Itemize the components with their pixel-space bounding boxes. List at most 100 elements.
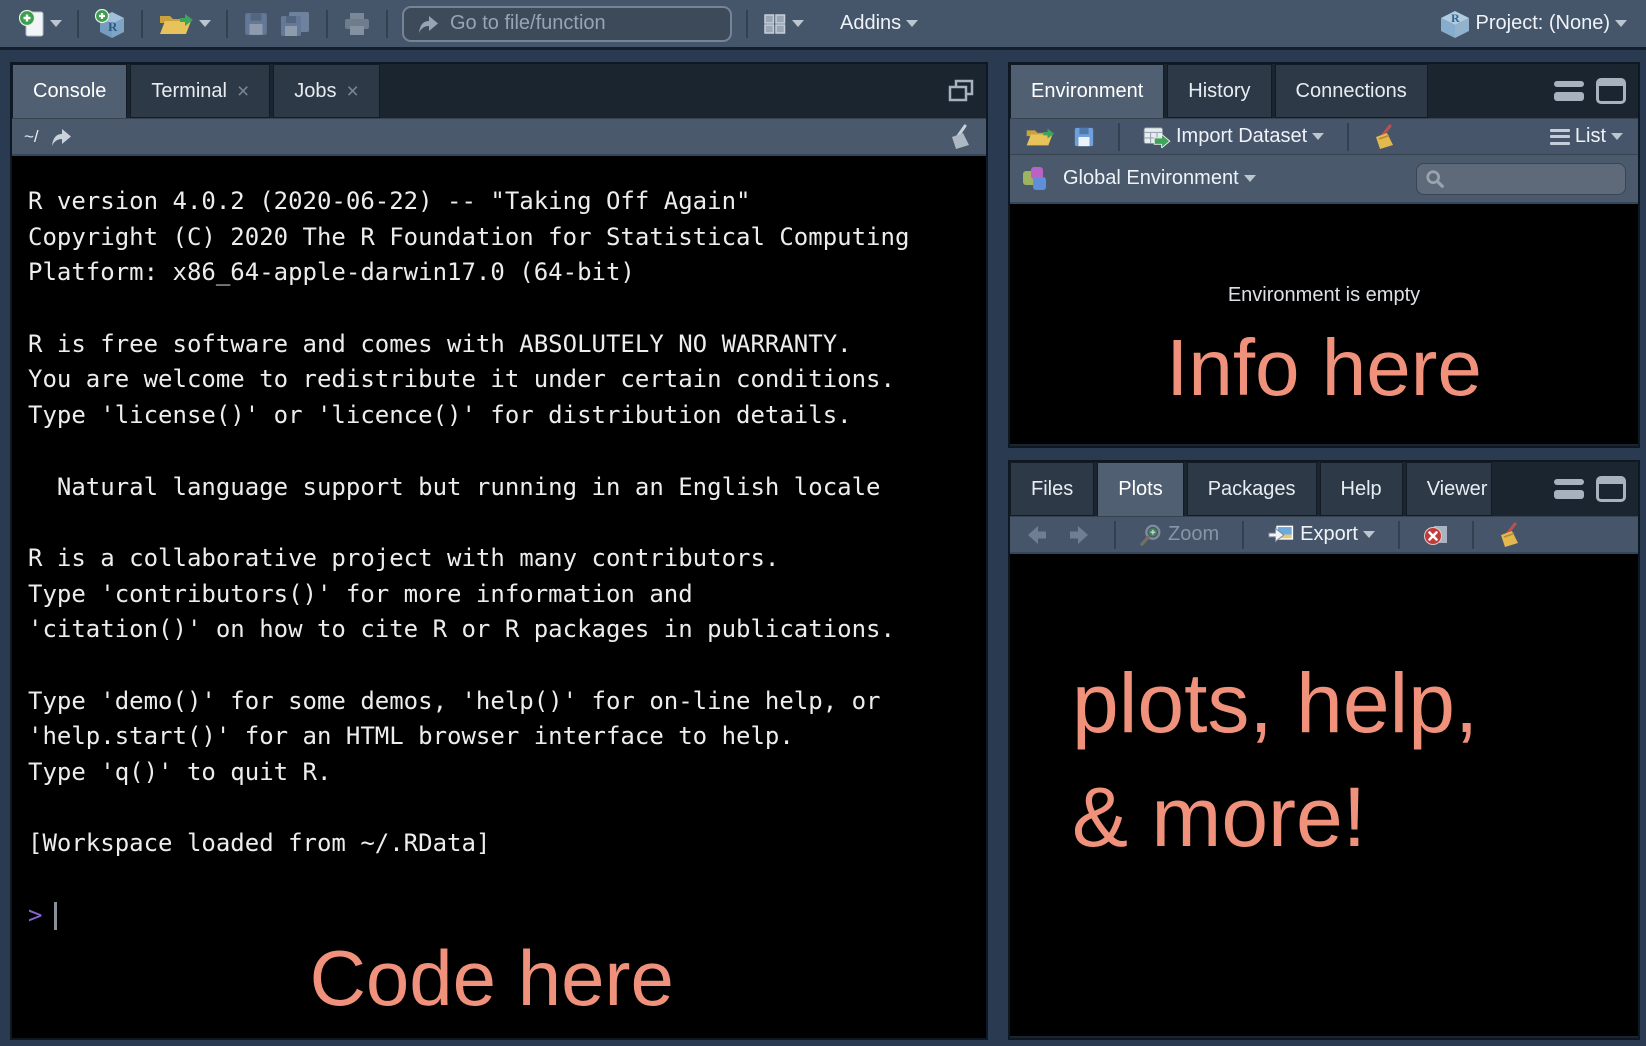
console-prompt-line[interactable]: > [28, 898, 986, 934]
maximize-icon[interactable] [1596, 78, 1626, 104]
clear-all-plots-button[interactable] [1492, 519, 1528, 551]
console-line [28, 648, 986, 684]
chevron-down-icon [1363, 531, 1375, 538]
save-button[interactable] [238, 8, 274, 40]
previous-plot-button[interactable] [1020, 521, 1054, 549]
goto-file-search[interactable] [402, 6, 732, 42]
print-icon [343, 12, 371, 36]
divider [1118, 123, 1120, 151]
list-icon [1550, 129, 1570, 145]
goto-file-input[interactable] [450, 12, 718, 35]
chevron-down-icon [1244, 175, 1256, 182]
environment-search[interactable] [1416, 163, 1626, 195]
console-output[interactable]: R version 4.0.2 (2020-06-22) -- "Taking … [12, 154, 986, 1038]
open-file-button[interactable] [153, 8, 216, 40]
main-toolbar: R [0, 0, 1646, 50]
chevron-down-icon [50, 20, 62, 27]
list-view-button[interactable]: List [1545, 122, 1628, 151]
r-project-cube-icon: R [1439, 9, 1471, 39]
import-dataset-label: Import Dataset [1176, 125, 1307, 148]
tab-label: Connections [1296, 80, 1407, 103]
import-dataset-icon [1143, 126, 1171, 148]
close-icon[interactable]: × [346, 81, 358, 102]
console-prompt: > [28, 898, 42, 934]
info-here-annotation: Info here [1166, 322, 1482, 414]
console-line [28, 434, 986, 470]
chevron-down-icon [792, 20, 804, 27]
print-button[interactable] [338, 9, 376, 39]
divider [1242, 521, 1244, 549]
working-directory: ~/ [24, 127, 39, 147]
close-icon[interactable]: × [237, 81, 249, 102]
pane-layout-button[interactable] [758, 10, 809, 38]
pane-grid-icon [763, 13, 787, 35]
minimize-icon[interactable] [1554, 81, 1584, 101]
goto-arrow-icon [416, 13, 440, 35]
goto-directory-arrow-icon[interactable] [49, 126, 73, 148]
maximize-icon[interactable] [1596, 476, 1626, 502]
new-file-icon [19, 9, 45, 38]
plots-toolbar: Zoom Export [1010, 516, 1638, 552]
tab-help[interactable]: Help [1320, 462, 1403, 516]
environment-search-input[interactable] [1451, 169, 1617, 189]
plots-annotation-line2: & more! [1072, 760, 1478, 874]
zoom-plot-button[interactable]: Zoom [1134, 520, 1224, 550]
tab-jobs[interactable]: Jobs × [273, 64, 380, 118]
code-here-annotation: Code here [310, 933, 674, 1024]
tab-plots[interactable]: Plots [1097, 462, 1183, 516]
text-cursor [54, 902, 57, 930]
new-file-button[interactable] [14, 6, 67, 41]
tab-label: Environment [1031, 80, 1143, 103]
tab-terminal[interactable]: Terminal × [130, 64, 270, 118]
console-line: Type 'license()' or 'licence()' for dist… [28, 398, 986, 434]
next-plot-button[interactable] [1062, 521, 1096, 549]
export-label: Export [1300, 523, 1358, 546]
save-all-icon [279, 10, 311, 38]
divider [141, 10, 143, 38]
divider [77, 10, 79, 38]
open-folder-icon [158, 11, 194, 37]
import-dataset-button[interactable]: Import Dataset [1138, 122, 1329, 151]
console-line: Type 'q()' to quit R. [28, 755, 986, 791]
console-line: You are welcome to redistribute it under… [28, 362, 986, 398]
chevron-down-icon [1615, 20, 1627, 27]
console-line [28, 505, 986, 541]
clear-environment-button[interactable] [1367, 121, 1403, 153]
tab-viewer[interactable]: Viewer [1406, 462, 1492, 516]
console-line: R is free software and comes with ABSOLU… [28, 327, 986, 363]
restore-panes-icon[interactable] [948, 79, 974, 103]
save-workspace-button[interactable] [1068, 123, 1100, 151]
zoom-label: Zoom [1168, 523, 1219, 546]
plots-annotation: plots, help, & more! [1072, 646, 1478, 874]
tab-connections[interactable]: Connections [1275, 64, 1428, 118]
console-line: 'help.start()' for an HTML browser inter… [28, 719, 986, 755]
plots-panel: Files Plots Packages Help Viewer [1008, 460, 1640, 1040]
tab-packages[interactable]: Packages [1187, 462, 1317, 516]
tab-label: History [1188, 80, 1250, 103]
svg-text:R: R [108, 19, 118, 34]
divider [1398, 521, 1400, 549]
minimize-icon[interactable] [1554, 479, 1584, 499]
console-line: R is a collaborative project with many c… [28, 541, 986, 577]
project-menu-button[interactable]: R Project: (None) [1434, 6, 1633, 42]
global-environment-icon [1022, 166, 1048, 192]
tab-history[interactable]: History [1167, 64, 1271, 118]
environment-scope-selector[interactable]: Global Environment [1058, 164, 1261, 193]
addins-button[interactable]: Addins [835, 9, 923, 38]
tab-label: Jobs [294, 80, 336, 103]
divider [746, 10, 748, 38]
console-line: 'citation()' on how to cite R or R packa… [28, 612, 986, 648]
search-icon [1425, 169, 1445, 189]
tab-console[interactable]: Console [12, 64, 127, 118]
tab-files[interactable]: Files [1010, 462, 1094, 516]
remove-plot-button[interactable] [1418, 520, 1454, 550]
load-workspace-button[interactable] [1020, 123, 1060, 151]
save-all-button[interactable] [274, 7, 316, 41]
chevron-down-icon [1611, 133, 1623, 140]
clear-console-button[interactable] [948, 124, 974, 150]
export-plot-button[interactable]: Export [1262, 520, 1380, 550]
tab-environment[interactable]: Environment [1010, 64, 1164, 118]
console-line: Type 'demo()' for some demos, 'help()' f… [28, 684, 986, 720]
console-line: Type 'contributors()' for more informati… [28, 577, 986, 613]
new-project-button[interactable]: R [89, 6, 131, 42]
